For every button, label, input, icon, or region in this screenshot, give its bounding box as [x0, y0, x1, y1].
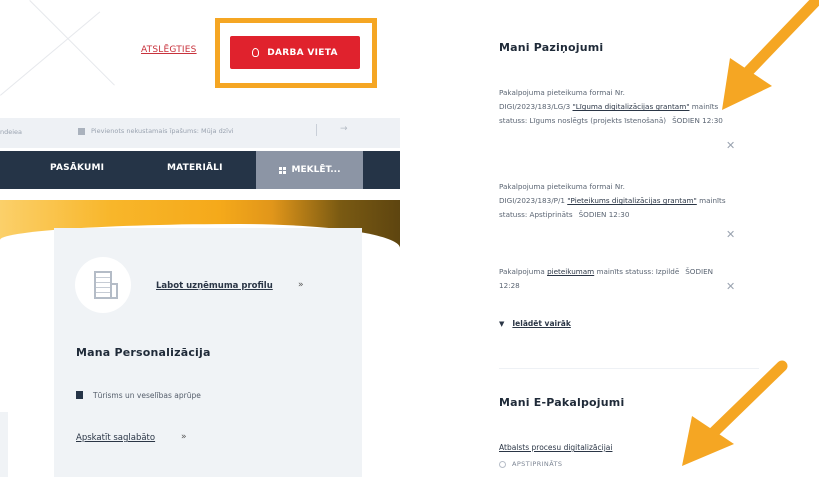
interest-item: Tūrisms un veselības aprūpe	[93, 391, 201, 400]
notification-time: ŠODIEN 12:30	[578, 210, 630, 219]
notification-item: Pakalpojuma pieteikuma formai Nr. DIGI/2…	[499, 86, 729, 128]
info-bar-left-text: ndeiea	[0, 128, 23, 136]
notification-link[interactable]: pieteikumam	[547, 267, 594, 276]
nav-search-label: MEKLĒT...	[291, 165, 341, 175]
view-saved-link[interactable]: Apskatīt saglabāto	[76, 433, 155, 443]
workplace-button-label: DARBA VIETA	[267, 47, 338, 58]
divider	[316, 124, 317, 136]
side-strip	[0, 412, 8, 477]
status-circle-icon	[499, 460, 506, 468]
eservice-status: APSTIPRINĀTS	[499, 460, 562, 468]
notification-text: Pakalpojuma pieteikuma formai Nr.	[499, 182, 625, 191]
notification-link[interactable]: "Līguma digitalizācijas grantam"	[572, 102, 689, 111]
building-icon	[78, 127, 85, 135]
notification-link[interactable]: "Pieteikums digitalizācijas grantam"	[567, 196, 697, 205]
personalization-title: Mana Personalizācija	[76, 346, 211, 359]
grid-icon	[278, 166, 286, 174]
notification-status: mainīts statuss: Izpildē	[594, 267, 680, 276]
nav-item-materials[interactable]: MATERIĀLI	[167, 163, 223, 173]
edit-profile-label: Labot uzņēmuma profilu	[156, 281, 273, 291]
arrow-right-icon[interactable]: →	[340, 124, 348, 134]
annotation-arrow-icon	[682, 360, 788, 466]
close-icon[interactable]: ✕	[726, 280, 735, 293]
chevron-right-icon: »	[298, 280, 304, 290]
annotation-arrow-icon	[722, 0, 819, 110]
decorative-line	[0, 11, 101, 96]
chevron-right-icon: »	[181, 432, 187, 442]
info-bar-message[interactable]: Pievienots nekustamais īpašums: Mūja dzī…	[78, 127, 234, 135]
load-more-button[interactable]: ▼ Ielādēt vairāk	[499, 319, 571, 328]
nav-search-button[interactable]: MEKLĒT...	[256, 151, 363, 189]
load-more-label: Ielādēt vairāk	[512, 319, 571, 328]
close-icon[interactable]: ✕	[726, 228, 735, 241]
user-icon	[252, 48, 260, 57]
info-bar-message-text: Pievienots nekustamais īpašums: Mūja dzī…	[91, 127, 234, 135]
notification-ref: DIGI/2023/183/LG/3	[499, 102, 573, 111]
eservice-status-label: APSTIPRINĀTS	[512, 460, 563, 468]
notification-text: Pakalpojuma	[499, 267, 548, 276]
close-icon[interactable]: ✕	[726, 139, 735, 152]
building-annex-icon	[110, 283, 118, 299]
caret-down-icon: ▼	[499, 319, 505, 328]
notification-ref: DIGI/2023/183/P/1	[499, 196, 568, 205]
view-saved-label: Apskatīt saglabāto	[76, 433, 156, 443]
edit-profile-link[interactable]: Labot uzņēmuma profilu	[156, 281, 273, 291]
eservices-title: Mani E-Pakalpojumi	[499, 396, 625, 409]
workplace-button[interactable]: DARBA VIETA	[230, 36, 360, 69]
notification-text: Pakalpojuma pieteikuma formai Nr.	[499, 88, 625, 97]
eservice-link[interactable]: Atbalsts procesu digitalizācijai	[499, 443, 612, 452]
decorative-line	[29, 0, 115, 86]
nav-item-events[interactable]: PASĀKUMI	[50, 163, 104, 173]
notification-item: Pakalpojuma pieteikumam mainīts statuss:…	[499, 265, 729, 293]
logout-link[interactable]: ATSLĒGTIES	[141, 45, 197, 55]
briefcase-icon	[76, 391, 83, 399]
notifications-title: Mani Paziņojumi	[499, 41, 604, 54]
notification-item: Pakalpojuma pieteikuma formai Nr. DIGI/2…	[499, 180, 729, 222]
